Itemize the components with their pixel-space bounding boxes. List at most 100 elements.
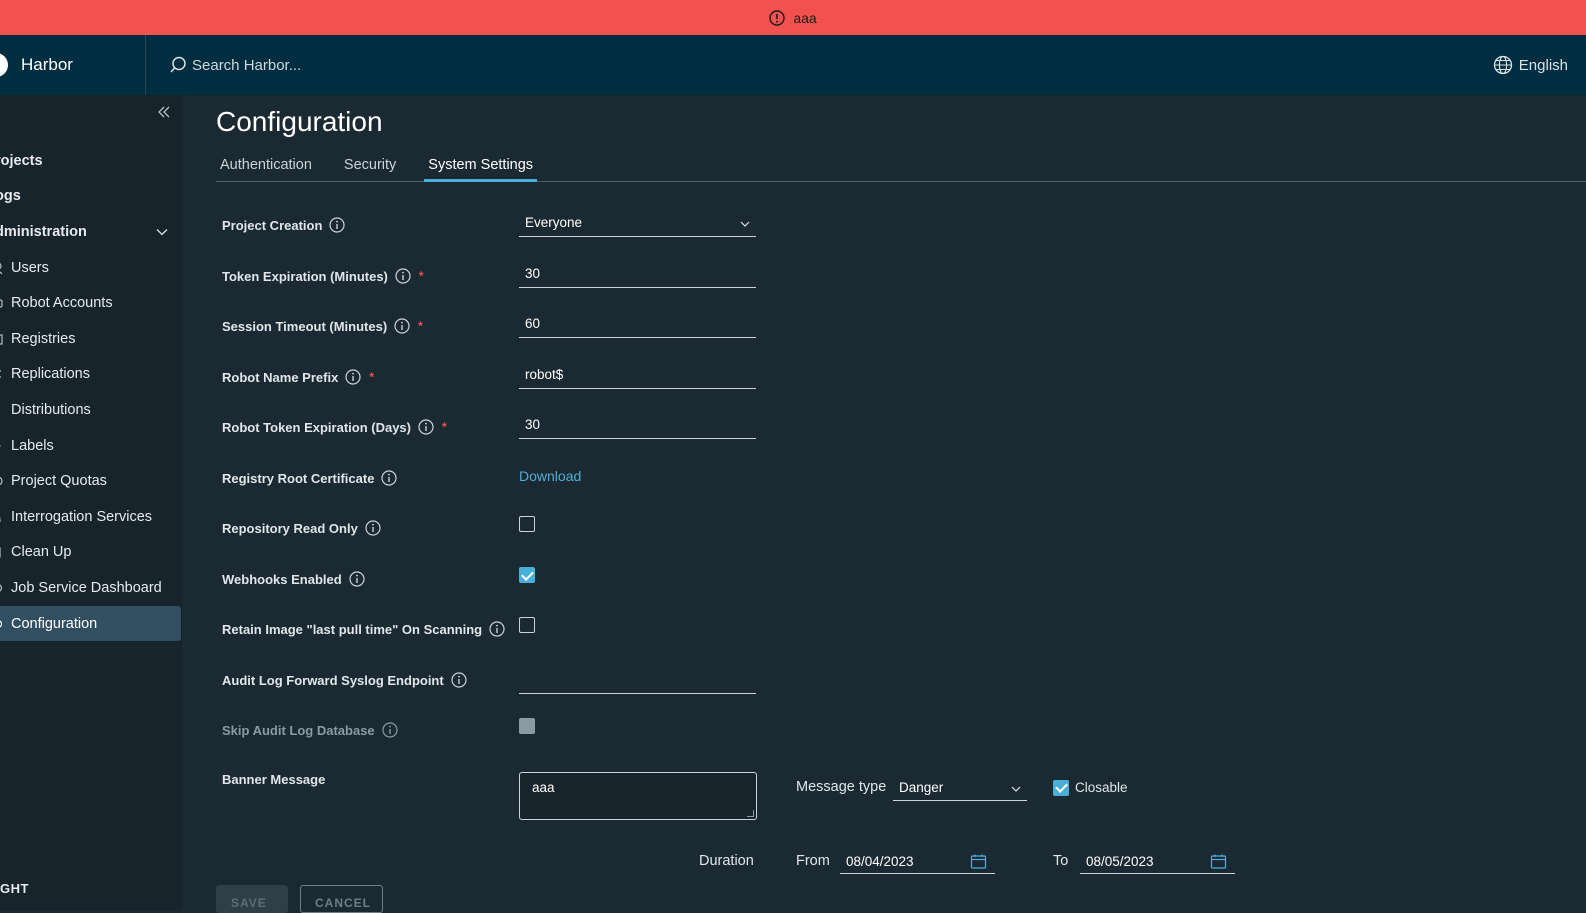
required-marker: * — [418, 319, 423, 333]
sidebar-item-registries[interactable]: Registries — [0, 321, 182, 357]
chevron-down-icon — [1011, 786, 1021, 792]
language-selector[interactable]: English — [1493, 35, 1568, 95]
tab-authentication[interactable]: Authentication — [216, 153, 316, 181]
retain-image-checkbox[interactable] — [519, 617, 535, 633]
info-icon[interactable] — [381, 470, 398, 486]
harbor-logo-icon — [0, 53, 8, 77]
registries-icon — [0, 334, 3, 345]
field-label: Token Expiration (Minutes) * — [222, 266, 424, 286]
row-audit-log-endpoint: Audit Log Forward Syslog Endpoint — [222, 670, 782, 710]
field-label: Robot Token Expiration (Days) * — [222, 417, 447, 437]
row-session-timeout: Session Timeout (Minutes) * 60 — [222, 316, 782, 356]
info-icon[interactable] — [489, 621, 505, 637]
field-label: Project Creation — [222, 215, 346, 235]
label-text: Robot Name Prefix — [222, 369, 339, 385]
row-robot-token-expiration: Robot Token Expiration (Days) * 30 — [222, 417, 782, 457]
chevron-down-icon[interactable] — [156, 226, 168, 238]
session-timeout-input[interactable]: 60 — [519, 312, 756, 338]
row-webhooks-enabled: Webhooks Enabled — [222, 567, 782, 609]
webhooks-enabled-checkbox[interactable] — [519, 567, 535, 583]
selected-value: Danger — [899, 780, 944, 795]
sidebar-item-replications[interactable]: Replications — [0, 357, 182, 393]
cancel-button[interactable]: CANCEL — [300, 885, 383, 913]
from-date-input[interactable]: 08/04/2023 — [840, 850, 995, 874]
banner-text: aaa — [793, 9, 817, 26]
row-retain-image: Retain Image "last pull time" On Scannin… — [222, 617, 782, 659]
field-label: Retain Image "last pull time" On Scannin… — [222, 619, 505, 639]
banner-message-textarea[interactable]: aaa — [519, 772, 757, 820]
sidebar-item-project-quotas[interactable]: Project Quotas — [0, 463, 182, 499]
sidebar-item-label: Interrogation Services — [11, 508, 153, 525]
closable-label: Closable — [1075, 780, 1128, 795]
theme-toggle[interactable]: GHT — [0, 881, 29, 896]
to-date-input[interactable]: 08/05/2023 — [1080, 850, 1235, 874]
info-icon[interactable] — [365, 520, 381, 536]
sidebar-item-distributions[interactable]: Distributions — [0, 392, 182, 428]
closable-checkbox[interactable] — [1053, 780, 1069, 796]
info-icon[interactable] — [418, 419, 434, 435]
brand-area[interactable]: Harbor — [0, 35, 146, 95]
info-icon[interactable] — [349, 571, 365, 587]
info-icon[interactable] — [345, 369, 361, 385]
info-icon[interactable] — [394, 318, 410, 334]
sidebar-item-label: Project Quotas — [11, 473, 107, 490]
tab-security[interactable]: Security — [340, 153, 400, 181]
sidebar-item-interrogation-services[interactable]: Interrogation Services — [0, 499, 182, 535]
robot-token-expiration-input[interactable]: 30 — [519, 413, 756, 439]
sidebar-item-logs[interactable]: ogs — [0, 179, 182, 215]
search-icon[interactable] — [170, 55, 190, 75]
distributions-icon — [0, 403, 6, 417]
language-label: English — [1518, 56, 1568, 74]
collapse-sidebar-icon[interactable] — [156, 104, 172, 120]
row-repo-read-only: Repository Read Only — [222, 516, 782, 558]
gear-icon — [0, 619, 3, 628]
skip-audit-log-checkbox — [519, 718, 535, 734]
config-tabs: Authentication Security System Settings — [216, 153, 1586, 182]
info-icon[interactable] — [451, 672, 467, 688]
info-icon[interactable] — [382, 722, 398, 738]
sidebar-item-projects[interactable]: rojects — [0, 143, 182, 179]
sidebar-item-label: Users — [11, 259, 49, 276]
message-type-select[interactable]: Danger — [893, 777, 1027, 801]
calendar-icon[interactable] — [1210, 853, 1227, 870]
sidebar-item-administration[interactable]: dministration — [0, 214, 182, 250]
info-icon[interactable] — [329, 217, 346, 233]
sidebar-item-users[interactable]: Users — [0, 250, 182, 286]
tab-system-settings[interactable]: System Settings — [424, 153, 538, 182]
label-text: Webhooks Enabled — [222, 571, 342, 587]
field-label: Audit Log Forward Syslog Endpoint — [222, 670, 467, 690]
row-skip-audit-log: Skip Audit Log Database — [222, 718, 782, 760]
required-marker: * — [442, 420, 447, 434]
alert-circle-icon — [769, 9, 786, 26]
calendar-icon[interactable] — [970, 853, 987, 870]
sidebar-item-label: dministration — [0, 223, 87, 240]
label-text: Audit Log Forward Syslog Endpoint — [222, 672, 444, 688]
sidebar-item-label: Replications — [11, 366, 90, 383]
sidebar-item-configuration[interactable]: Configuration — [0, 605, 181, 642]
robot-name-prefix-input[interactable]: robot$ — [519, 363, 756, 389]
token-expiration-input[interactable]: 30 — [519, 262, 756, 288]
download-cert-link[interactable]: Download — [519, 468, 581, 484]
search-input[interactable] — [192, 56, 492, 74]
label-text: Registry Root Certificate — [222, 470, 375, 486]
sidebar-item-robot-accounts[interactable]: Robot Accounts — [0, 285, 182, 321]
repo-read-only-checkbox[interactable] — [519, 516, 535, 532]
resize-handle[interactable] — [747, 810, 754, 817]
audit-log-endpoint-input[interactable] — [519, 668, 756, 694]
info-icon[interactable] — [395, 268, 411, 284]
save-button[interactable]: SAVE — [216, 885, 288, 913]
project-creation-select[interactable]: Everyone — [519, 211, 756, 237]
sidebar-item-job-service-dashboard[interactable]: Job Service Dashboard — [0, 570, 182, 606]
field-label: Skip Audit Log Database — [222, 720, 398, 740]
field-label: Registry Root Certificate — [222, 468, 398, 488]
sidebar-item-label: Labels — [11, 437, 54, 454]
row-robot-name-prefix: Robot Name Prefix * robot$ — [222, 367, 782, 407]
sidebar-item-label: rojects — [0, 152, 43, 169]
sidebar-item-labels[interactable]: Labels — [0, 428, 182, 464]
page-title: Configuration — [216, 106, 383, 137]
globe-icon — [1493, 55, 1512, 75]
dashboard-icon — [0, 584, 3, 592]
from-label: From — [796, 853, 830, 869]
required-marker: * — [418, 269, 424, 283]
sidebar-item-clean-up[interactable]: Clean Up — [0, 535, 182, 571]
